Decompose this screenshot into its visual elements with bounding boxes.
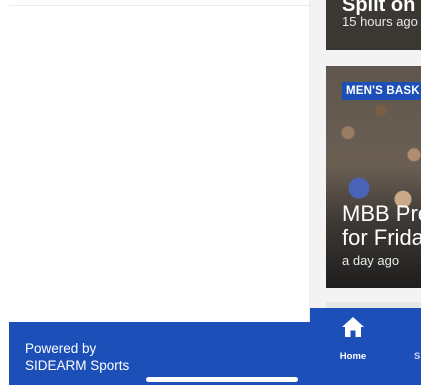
sport-badge: MEN'S BASK xyxy=(342,82,421,100)
drawer-footer: Powered by SIDEARM Sports xyxy=(9,322,310,385)
home-indicator xyxy=(146,377,298,382)
home-icon xyxy=(342,317,364,337)
news-card-time: 15 hours ago xyxy=(342,14,418,29)
app-screen: Powered by SIDEARM Sports Split on 15 ho… xyxy=(0,0,421,385)
main-content: Split on 15 hours ago MEN'S BASK MBB Pre… xyxy=(310,0,421,385)
nav-item-next-label[interactable]: S xyxy=(414,351,420,362)
drawer-divider xyxy=(9,5,310,6)
powered-by-text[interactable]: Powered by SIDEARM Sports xyxy=(25,340,129,374)
news-card-time: a day ago xyxy=(342,253,400,268)
powered-by-line-2: SIDEARM Sports xyxy=(25,358,130,373)
news-card[interactable]: Split on 15 hours ago xyxy=(326,0,421,50)
nav-item-home[interactable]: Home xyxy=(336,316,370,362)
nav-item-home-label: Home xyxy=(339,351,367,362)
news-card[interactable]: MEN'S BASK MBB Pre for Frida a day ago xyxy=(326,66,421,288)
navigation-drawer: Powered by SIDEARM Sports xyxy=(9,0,310,385)
news-card-title: MBB Pre for Frida xyxy=(342,201,421,250)
bottom-nav: Home S xyxy=(310,308,421,385)
powered-by-line-1: Powered by xyxy=(25,341,97,356)
